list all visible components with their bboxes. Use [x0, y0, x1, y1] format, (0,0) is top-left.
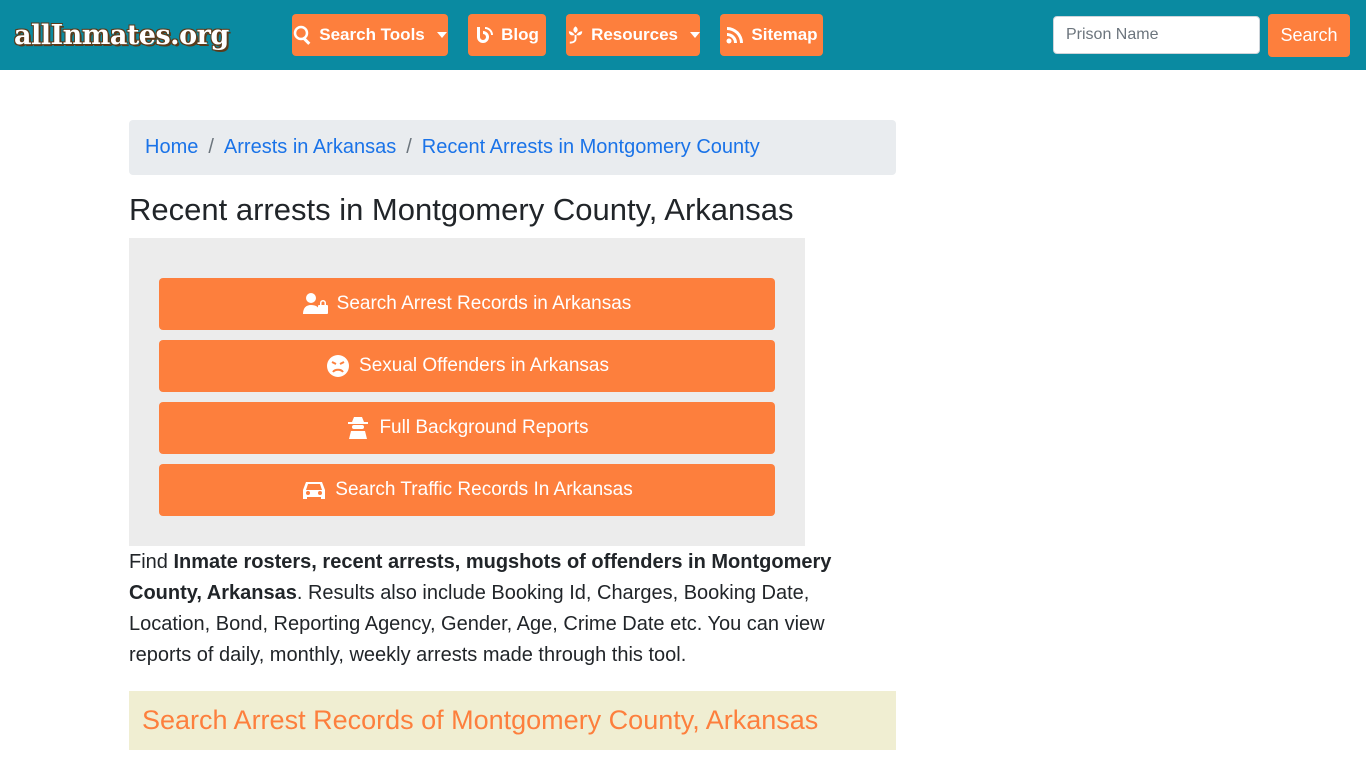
description-prefix: Find	[129, 551, 174, 573]
section-banner: Search Arrest Records of Montgomery Coun…	[129, 691, 896, 750]
prison-name-search-input[interactable]	[1053, 16, 1260, 54]
nav-sitemap-button[interactable]: Sitemap	[720, 14, 823, 56]
search-arrest-records-button[interactable]: Search Arrest Records in Arkansas	[159, 278, 775, 330]
car-icon	[303, 482, 326, 499]
navbar: allInmates.org Search Tools Blog Resourc…	[0, 0, 1366, 70]
logo-text: allInmates.org	[14, 19, 229, 51]
action-panel: Search Arrest Records in Arkansas Sexual…	[129, 238, 805, 546]
search-icon	[294, 25, 311, 45]
breadcrumb-recent-arrests[interactable]: Recent Arrests in Montgomery County	[422, 136, 760, 159]
nav-label: Sitemap	[751, 25, 818, 44]
breadcrumb-separator: /	[208, 136, 214, 158]
description-text: Find Inmate rosters, recent arrests, mug…	[129, 547, 869, 671]
page-title: Recent arrests in Montgomery County, Ark…	[129, 192, 794, 227]
leaf-icon	[568, 26, 583, 44]
nav-label: Search Tools	[319, 25, 425, 44]
user-secret-icon	[348, 417, 369, 439]
full-background-reports-button[interactable]: Full Background Reports	[159, 402, 775, 454]
caret-down-icon	[690, 32, 700, 38]
breadcrumb-arrests-in-arkansas[interactable]: Arrests in Arkansas	[224, 136, 396, 159]
search-button[interactable]: Search	[1268, 14, 1350, 57]
caret-down-icon	[436, 32, 447, 38]
nav-blog-button[interactable]: Blog	[468, 14, 546, 56]
nav-label: Blog	[501, 25, 539, 44]
nav-resources-button[interactable]: Resources	[566, 14, 700, 56]
action-label: Full Background Reports	[379, 417, 589, 438]
breadcrumb-home[interactable]: Home	[145, 136, 198, 159]
action-label: Search Traffic Records In Arkansas	[335, 479, 633, 500]
user-lock-icon	[302, 293, 328, 314]
nav-label: Resources	[591, 25, 678, 44]
breadcrumb: Home / Arrests in Arkansas / Recent Arre…	[129, 120, 896, 175]
search-traffic-records-button[interactable]: Search Traffic Records In Arkansas	[159, 464, 775, 516]
action-label: Sexual Offenders in Arkansas	[359, 355, 609, 376]
breadcrumb-separator: /	[406, 136, 412, 158]
nav-search-tools-button[interactable]: Search Tools	[292, 14, 448, 56]
sexual-offenders-button[interactable]: Sexual Offenders in Arkansas	[159, 340, 775, 392]
site-logo[interactable]: allInmates.org	[14, 14, 268, 56]
angry-face-icon	[327, 355, 350, 377]
rss-icon	[726, 27, 744, 44]
blog-icon	[477, 27, 494, 43]
action-label: Search Arrest Records in Arkansas	[336, 293, 632, 314]
section-heading: Search Arrest Records of Montgomery Coun…	[142, 705, 819, 735]
